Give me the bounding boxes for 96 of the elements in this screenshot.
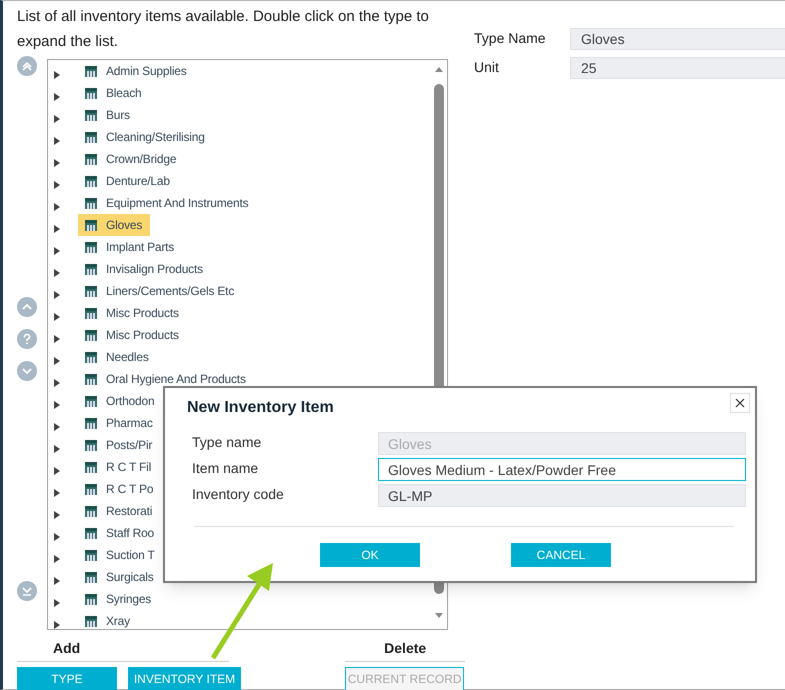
close-icon xyxy=(735,398,745,408)
field-label: Item name xyxy=(192,459,260,478)
field-label: Type Name xyxy=(474,29,547,48)
expand-arrow-icon[interactable] xyxy=(53,114,61,124)
folder-icon xyxy=(85,242,97,252)
expand-arrow-icon[interactable] xyxy=(53,290,61,300)
folder-icon xyxy=(85,176,97,186)
folder-icon xyxy=(85,374,97,384)
dialog-title: New Inventory Item xyxy=(187,398,334,418)
expand-arrow-icon[interactable] xyxy=(53,422,61,432)
expand-arrow-icon[interactable] xyxy=(53,158,61,168)
tree-item[interactable]: Invisalign Products xyxy=(78,258,211,280)
expand-arrow-icon[interactable] xyxy=(53,268,61,278)
tree-item[interactable]: Equipment And Instruments xyxy=(78,192,256,214)
tree-item[interactable]: Staff Roo xyxy=(78,522,162,544)
folder-icon xyxy=(85,352,97,362)
section-heading: Delete xyxy=(345,638,466,662)
folder-icon xyxy=(85,66,97,76)
tree-item[interactable]: Oral Hygiene And Products xyxy=(78,368,254,390)
tree-item[interactable]: Misc Products xyxy=(78,324,187,346)
scroll-top-icon xyxy=(21,60,33,72)
tree-item[interactable]: Liners/Cements/Gels Etc xyxy=(78,280,242,302)
field-label: Inventory code xyxy=(192,485,285,504)
folder-icon xyxy=(85,462,97,472)
folder-icon xyxy=(85,264,97,274)
tree-item[interactable]: Syringes xyxy=(78,588,160,610)
tree-item[interactable]: Denture/Lab xyxy=(78,170,178,192)
expand-arrow-icon[interactable] xyxy=(53,70,61,80)
expand-arrow-icon[interactable] xyxy=(53,136,61,146)
folder-icon xyxy=(85,132,97,142)
tree-item[interactable]: Misc Products xyxy=(78,302,187,324)
folder-icon xyxy=(85,286,97,296)
scroll-bottom-icon xyxy=(21,585,33,597)
tree-item[interactable]: Admin Supplies xyxy=(78,60,195,82)
expand-arrow-icon[interactable] xyxy=(53,510,61,520)
close-button[interactable] xyxy=(730,393,750,413)
tree-item[interactable]: R C T Po xyxy=(78,478,162,500)
expand-arrow-icon[interactable] xyxy=(53,576,61,586)
folder-icon xyxy=(85,110,97,120)
expand-arrow-icon[interactable] xyxy=(53,444,61,454)
folder-icon xyxy=(85,198,97,208)
folder-icon xyxy=(85,616,97,626)
expand-arrow-icon[interactable] xyxy=(53,532,61,542)
folder-icon xyxy=(85,594,97,604)
folder-icon xyxy=(85,484,97,494)
help-icon xyxy=(21,333,33,345)
folder-icon xyxy=(85,308,97,318)
expand-arrow-icon[interactable] xyxy=(53,334,61,344)
tree-item[interactable]: Surgicals xyxy=(78,566,162,588)
expand-arrow-icon[interactable] xyxy=(53,180,61,190)
expand-arrow-icon[interactable] xyxy=(53,312,61,322)
expand-arrow-icon[interactable] xyxy=(53,378,61,388)
expand-arrow-icon[interactable] xyxy=(53,224,61,234)
folder-icon xyxy=(85,550,97,560)
tree-item[interactable]: Posts/Pir xyxy=(78,434,160,456)
expand-arrow-icon[interactable] xyxy=(53,92,61,102)
tree-item[interactable]: Crown/Bridge xyxy=(78,148,184,170)
folder-icon xyxy=(85,330,97,340)
expand-arrow-icon[interactable] xyxy=(53,246,61,256)
instructions-text: List of all inventory items available. Double click on the type to expand the list. xyxy=(17,7,430,52)
text-field[interactable]: Gloves xyxy=(570,28,785,50)
section-heading: Add xyxy=(17,638,229,662)
tree-item[interactable]: Cleaning/Sterilising xyxy=(78,126,213,148)
folder-icon xyxy=(85,154,97,164)
folder-icon xyxy=(85,418,97,428)
folder-icon xyxy=(85,506,97,516)
folder-icon xyxy=(85,220,97,230)
expand-arrow-icon[interactable] xyxy=(53,400,61,410)
folder-icon xyxy=(85,396,97,406)
expand-arrow-icon[interactable] xyxy=(53,356,61,366)
folder-icon xyxy=(85,528,97,538)
tree-item[interactable]: Gloves xyxy=(78,214,150,236)
tree-item[interactable]: R C T Fil xyxy=(78,456,160,478)
expand-arrow-icon[interactable] xyxy=(53,488,61,498)
text-field[interactable]: 25 xyxy=(570,57,785,79)
tree-item[interactable]: Restorati xyxy=(78,500,160,522)
expand-arrow-icon[interactable] xyxy=(53,202,61,212)
field-label: Unit xyxy=(474,58,500,77)
expand-arrow-icon[interactable] xyxy=(53,554,61,564)
tree-item[interactable]: Bleach xyxy=(78,82,150,104)
folder-icon xyxy=(85,440,97,450)
folder-icon xyxy=(85,572,97,582)
tree-item[interactable]: Implant Parts xyxy=(78,236,182,258)
folder-icon xyxy=(85,88,97,98)
tree-item[interactable]: Orthodon xyxy=(78,390,162,412)
text-field[interactable]: GL-MP xyxy=(378,484,746,507)
text-field[interactable]: Gloves Medium - Latex/Powder Free xyxy=(378,458,746,481)
tree-item[interactable]: Xray xyxy=(78,610,138,629)
expand-arrow-icon[interactable] xyxy=(53,598,61,608)
tree-item[interactable]: Burs xyxy=(78,104,138,126)
expand-arrow-icon[interactable] xyxy=(53,620,61,629)
tree-item[interactable]: Suction T xyxy=(78,544,163,566)
field-label: Type name xyxy=(192,433,262,452)
tree-item[interactable]: Needles xyxy=(78,346,157,368)
tree-item[interactable]: Pharmac xyxy=(78,412,161,434)
expand-arrow-icon[interactable] xyxy=(53,466,61,476)
